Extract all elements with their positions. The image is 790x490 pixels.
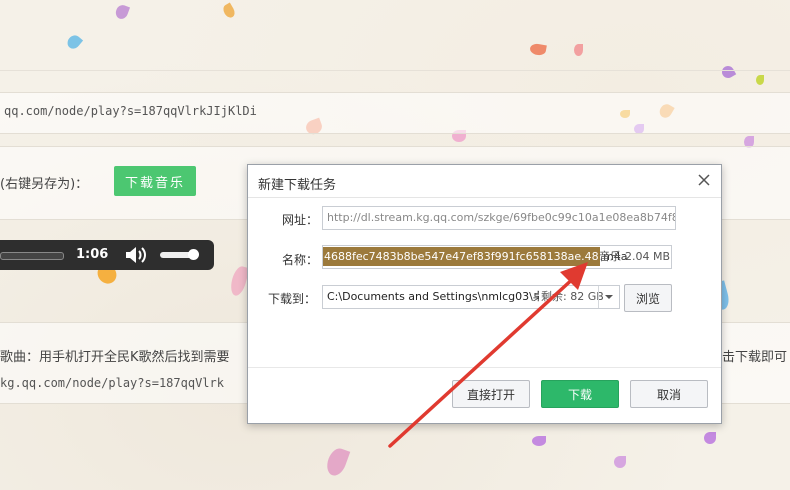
annotation-arrow-icon [388, 262, 588, 448]
